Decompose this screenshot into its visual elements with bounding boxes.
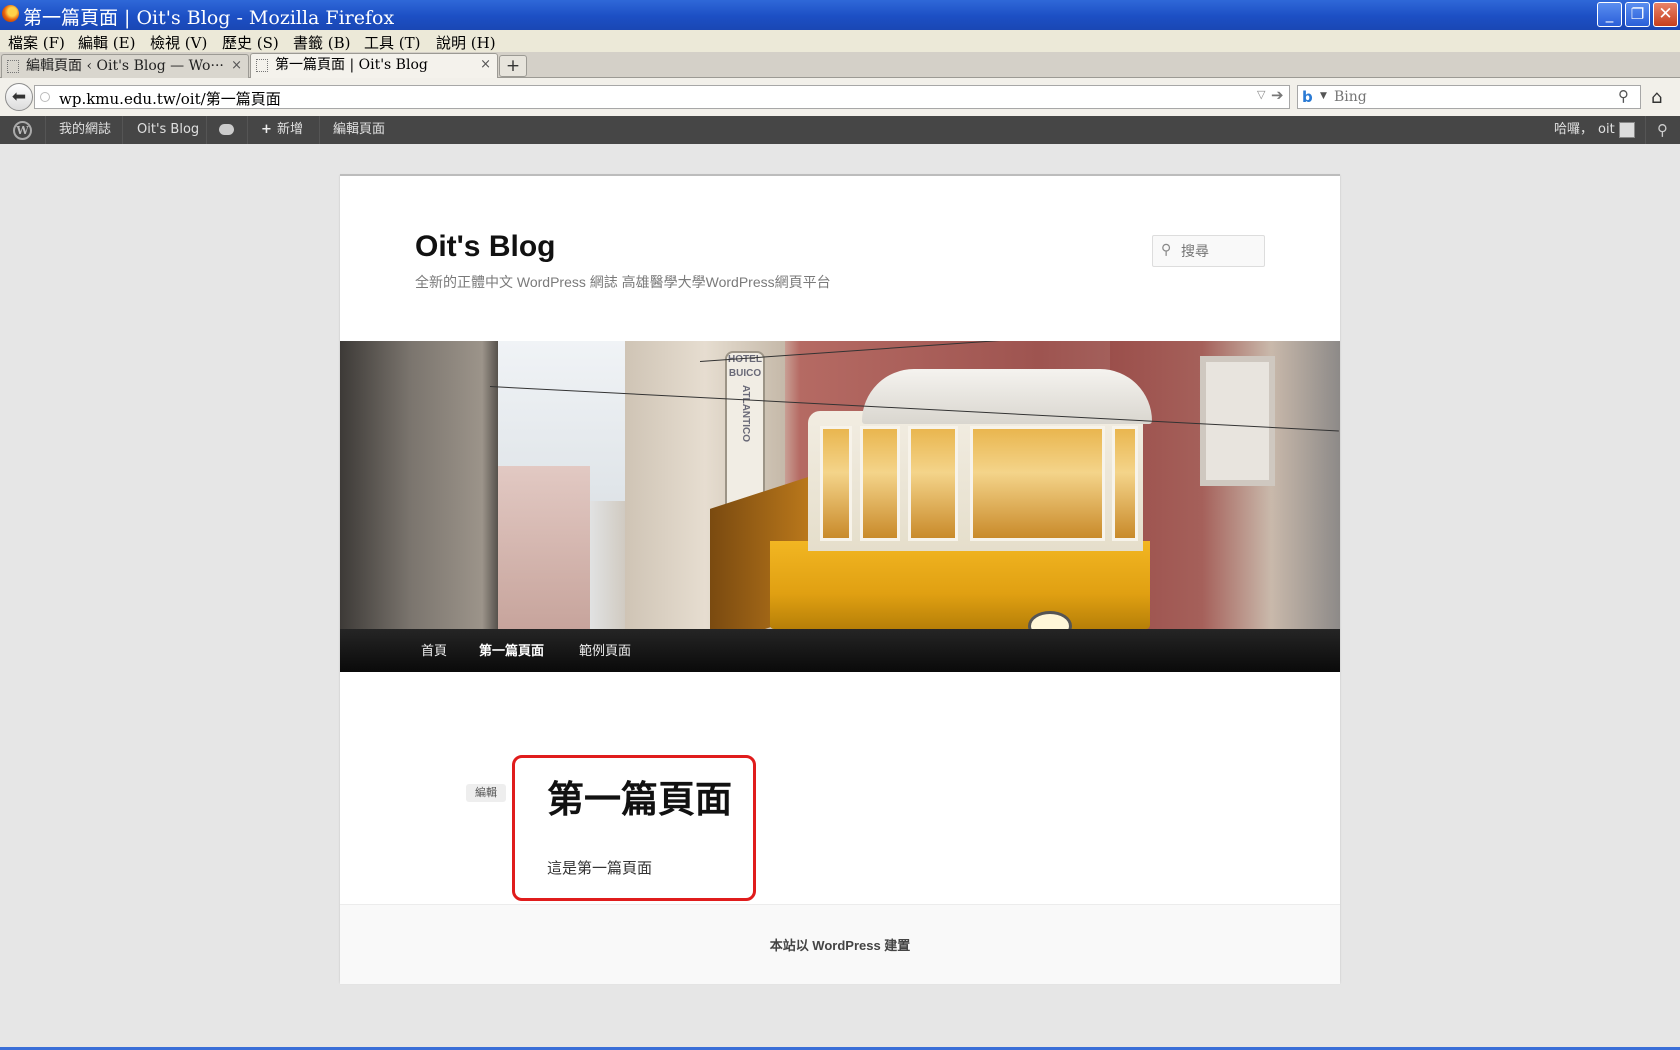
site-search-input[interactable]	[1181, 243, 1261, 259]
tab-strip: 編輯頁面 ‹ Oit's Blog — Wo··· × 第一篇頁面 | Oit'…	[0, 52, 1680, 79]
banner-tram-window	[1112, 426, 1138, 541]
banner-tram-roof	[862, 369, 1152, 424]
back-arrow-icon: ⬅	[11, 87, 27, 107]
search-icon[interactable]: ⚲	[1657, 116, 1668, 144]
header-banner-image[interactable]: HOTEL BUICO ATLANTICO	[340, 341, 1340, 629]
window-titlebar: 第一篇頁面 | Oit's Blog - Mozilla Firefox _ ❐…	[0, 0, 1680, 30]
nav-item-first-page[interactable]: 第一篇頁面	[479, 629, 544, 672]
menu-help[interactable]: 說明 (H)	[436, 32, 496, 53]
comment-bubble-icon[interactable]	[219, 124, 234, 135]
menu-edit[interactable]: 編輯 (E)	[78, 32, 135, 53]
menu-tools[interactable]: 工具 (T)	[364, 32, 420, 53]
menu-bookmarks[interactable]: 書籤 (B)	[293, 32, 351, 53]
minimize-button[interactable]: _	[1597, 2, 1622, 27]
admin-bar-divider	[45, 116, 46, 144]
banner-building	[340, 341, 498, 629]
web-search-bar[interactable]: b ▼ ⚲	[1297, 85, 1641, 109]
maximize-button[interactable]: ❐	[1625, 2, 1650, 27]
search-icon: ⚲	[1161, 242, 1172, 258]
back-button[interactable]: ⬅	[5, 83, 33, 111]
nav-item-sample-page[interactable]: 範例頁面	[579, 629, 631, 672]
wordpress-logo-icon[interactable]: W	[13, 121, 32, 140]
admin-my-sites[interactable]: 我的網誌	[59, 116, 111, 144]
admin-username[interactable]: oit	[1598, 116, 1615, 144]
engine-dropdown-icon[interactable]: ▼	[1320, 91, 1327, 101]
banner-building	[490, 466, 590, 629]
entry-content: 這是第一篇頁面	[547, 860, 653, 877]
page-container: Oit's Blog 全新的正體中文 WordPress 網誌 高雄醫學大學Wo…	[340, 174, 1340, 984]
admin-bar-divider	[122, 116, 123, 144]
tab-edit-page[interactable]: 編輯頁面 ‹ Oit's Blog — Wo··· ×	[1, 54, 249, 78]
page-favicon-icon	[256, 59, 268, 72]
main-navigation: 首頁 第一篇頁面 範例頁面	[340, 629, 1340, 672]
site-identity-icon[interactable]	[40, 92, 50, 102]
wp-admin-bar: W 我的網誌 Oit's Blog + 新增 編輯頁面 哈囉， oit ⚲	[0, 116, 1680, 144]
nav-item-home[interactable]: 首頁	[421, 629, 447, 672]
sign-text: BUICO	[728, 368, 762, 379]
admin-site-name[interactable]: Oit's Blog	[137, 116, 199, 144]
go-arrow-icon[interactable]: ➔	[1271, 86, 1284, 104]
banner-tram-window	[970, 426, 1105, 541]
window-title: 第一篇頁面 | Oit's Blog - Mozilla Firefox	[23, 7, 395, 29]
admin-bar-divider	[319, 116, 320, 144]
avatar-icon[interactable]	[1619, 122, 1635, 138]
sign-text: ATLANTICO	[740, 385, 751, 443]
banner-window	[1200, 356, 1275, 486]
tab-close-icon[interactable]: ×	[480, 54, 491, 76]
web-search-input[interactable]	[1334, 88, 1604, 106]
tab-label: 第一篇頁面 | Oit's Blog	[275, 57, 428, 73]
url-dropdown-icon[interactable]: ▽	[1257, 88, 1265, 101]
admin-bar-divider	[247, 116, 248, 144]
banner-tram-body	[770, 541, 1150, 629]
new-plus-icon[interactable]: +	[261, 116, 272, 144]
admin-bar-divider	[1645, 116, 1646, 144]
site-description: 全新的正體中文 WordPress 網誌 高雄醫學大學WordPress網頁平台	[415, 274, 831, 290]
close-window-button[interactable]: ✕	[1653, 2, 1678, 27]
admin-edit-page[interactable]: 編輯頁面	[333, 116, 385, 144]
menu-bar: 檔案 (F) 編輯 (E) 檢視 (V) 歷史 (S) 書籤 (B) 工具 (T…	[0, 30, 1680, 52]
entry-title: 第一篇頁面	[547, 777, 732, 821]
menu-history[interactable]: 歷史 (S)	[222, 32, 279, 53]
tab-close-icon[interactable]: ×	[231, 55, 242, 77]
home-icon[interactable]: ⌂	[1651, 87, 1662, 108]
tab-first-page[interactable]: 第一篇頁面 | Oit's Blog ×	[250, 53, 498, 79]
new-tab-button[interactable]: +	[499, 55, 527, 77]
page-favicon-icon	[7, 60, 19, 73]
url-bar[interactable]: wp.kmu.edu.tw/oit/第一篇頁面 ▽ ➔	[34, 85, 1290, 109]
edit-post-link[interactable]: 編輯	[466, 784, 506, 802]
bing-icon[interactable]: b	[1302, 88, 1313, 106]
menu-view[interactable]: 檢視 (V)	[150, 32, 207, 53]
url-text[interactable]: wp.kmu.edu.tw/oit/第一篇頁面	[59, 88, 281, 109]
footer-credit-link[interactable]: 本站以 WordPress 建置	[340, 935, 1340, 954]
site-search[interactable]: ⚲	[1152, 235, 1265, 267]
navigation-bar: ⬅ wp.kmu.edu.tw/oit/第一篇頁面 ▽ ➔ b ▼ ⚲ ⌂	[0, 78, 1680, 116]
admin-greeting[interactable]: 哈囉，	[1554, 116, 1593, 144]
sign-text: HOTEL	[728, 354, 762, 365]
magnifier-icon[interactable]: ⚲	[1618, 87, 1629, 105]
tab-label: 編輯頁面 ‹ Oit's Blog — Wo···	[26, 58, 224, 74]
banner-tram-window	[820, 426, 852, 541]
banner-tram-window	[860, 426, 900, 541]
admin-bar-divider	[206, 116, 207, 144]
firefox-logo-icon	[2, 5, 19, 22]
menu-file[interactable]: 檔案 (F)	[8, 32, 65, 53]
site-footer: 本站以 WordPress 建置	[340, 904, 1340, 984]
banner-tram-window	[908, 426, 958, 541]
admin-new[interactable]: 新增	[277, 116, 303, 144]
site-title[interactable]: Oit's Blog	[415, 230, 555, 264]
